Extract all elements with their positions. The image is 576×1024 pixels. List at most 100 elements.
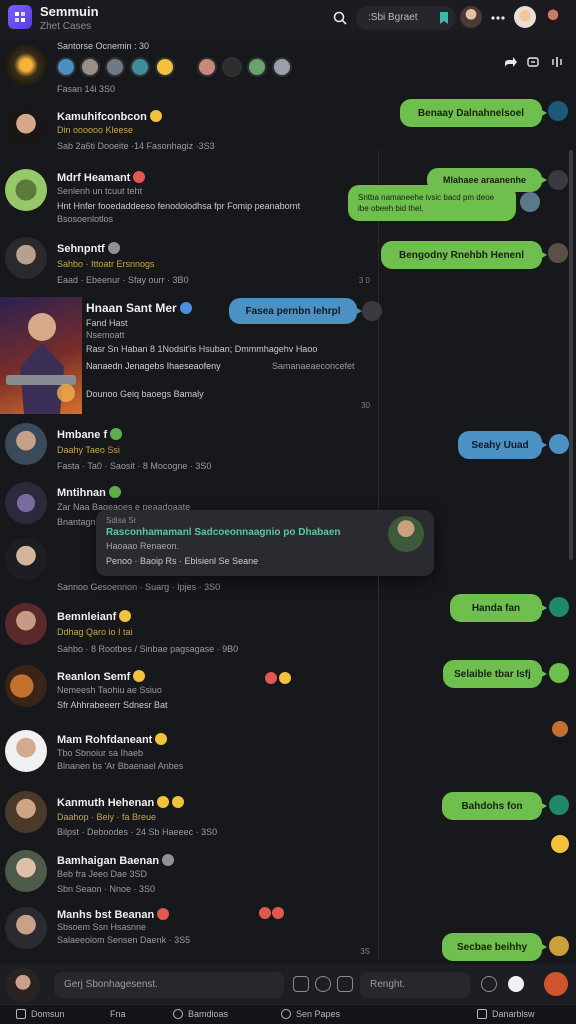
conversation-meta: Fasta · Ta0 · Saosit · 8 Mocogne · 3S0 <box>57 461 212 471</box>
nav-pages-label: Sen Papes <box>296 1009 341 1019</box>
popup-avatar <box>388 516 424 552</box>
emoji-icon <box>172 796 185 808</box>
conversation-item[interactable]: Kanmuth Hehenan Daahop · Beiy · fa Breue… <box>0 788 380 846</box>
bookmark-icon[interactable] <box>434 8 454 28</box>
conversation-item[interactable]: Manhs bst Beanan Sbsoem Ssn Hsasnne Sala… <box>0 905 380 963</box>
popup-subtitle: Haoaao Renaeon. <box>106 541 180 551</box>
contact-avatar <box>5 850 47 892</box>
conversation-item[interactable]: Reanlon Semf Nemeesh Taohiu ae Ssiuo Sfr… <box>0 662 380 722</box>
my-avatar[interactable] <box>6 968 40 1002</box>
chat-avatar <box>552 721 568 737</box>
story-avatar[interactable] <box>80 57 100 77</box>
conversation-item[interactable]: Hmbane f Daahy Taeo Ssi Fasta · Ta0 · Sa… <box>0 420 380 478</box>
stories-avatar[interactable] <box>5 44 47 86</box>
nav-browse[interactable]: Bamdioas <box>173 1009 228 1019</box>
conversation-meta: Bnantagn: <box>57 517 99 527</box>
contact-avatar <box>5 482 47 524</box>
conversation-meta: Salaeeoiom Sensen Daenk · 3S5 <box>57 935 191 945</box>
conversation-meta: Eaad · Ebeenur · Sfay ourr · 3B0 <box>57 275 189 285</box>
conversation-snippet: Nanaedn Jenagebs Ihaeseaofeny <box>86 361 221 371</box>
more-icon[interactable] <box>488 8 508 28</box>
emoji-icon <box>133 670 146 682</box>
story-avatar[interactable] <box>197 57 217 77</box>
nav-browse-label: Bamdioas <box>188 1009 229 1019</box>
conversation-item[interactable]: Mam Rohfdaneant Tbo Sbnoiur sa Ihaeb Bln… <box>0 727 380 785</box>
conversation-meta: Sahbo · 8 Rootbes / Sinbae pagsagase · 9… <box>57 644 239 654</box>
contact-avatar <box>5 106 47 148</box>
emoji-icon <box>157 908 170 920</box>
contact-name: Kanmuth Hehenan <box>57 797 155 809</box>
chat-bubble-outgoing[interactable]: Benaay Dalnahnelsoel <box>400 99 547 127</box>
conversation-preview: Sbsoem Ssn Hsasnne <box>57 922 147 932</box>
story-avatar[interactable] <box>272 57 292 77</box>
story-avatar[interactable] <box>247 57 267 77</box>
message-input[interactable]: Renght. <box>360 972 470 998</box>
story-avatar[interactable] <box>155 57 175 77</box>
story-avatar[interactable] <box>130 57 150 77</box>
chat-bubble-incoming[interactable]: Seahy Uuad <box>458 431 547 459</box>
story-avatar[interactable] <box>222 57 242 77</box>
nav-home[interactable]: Domsun <box>16 1009 65 1019</box>
share-icon[interactable] <box>503 55 519 71</box>
send-button[interactable] <box>544 972 568 996</box>
chat-bubble-outgoing[interactable]: Secbae beihhy <box>442 933 547 961</box>
conversation-item[interactable]: Sehnpntf Sahbo · Ittoatr Ersnnogs Eaad ·… <box>0 232 380 294</box>
image-icon[interactable] <box>337 976 353 992</box>
home-icon <box>16 1009 26 1019</box>
chat-bubble-incoming[interactable]: Fasea pernbn lehrpl <box>229 298 362 324</box>
call-icon[interactable] <box>526 55 542 71</box>
conversation-preview: Beb fra Jeeo Dae 3SD <box>57 869 148 879</box>
contact-avatar <box>5 423 47 465</box>
settings-icon[interactable] <box>481 976 497 992</box>
app-subtitle: Zhet Cases <box>40 21 92 32</box>
conversation-preview: Tbo Sbnoiur sa Ihaeb <box>57 748 144 758</box>
menu-icon[interactable] <box>550 55 566 71</box>
nav-feed[interactable]: Fna <box>110 1009 126 1019</box>
conversation-preview: Daahop · Beiy · fa Breue <box>57 812 157 822</box>
chat-avatar <box>362 301 382 321</box>
contact-name: Bemnleianf <box>57 611 117 623</box>
app-logo-icon[interactable] <box>8 5 32 29</box>
dashboard-icon <box>477 1009 487 1019</box>
conversation-meta: Blnanen bs 'Ar Bbaenael Anbes <box>57 761 184 771</box>
nav-home-label: Domsun <box>31 1009 65 1019</box>
mic-icon[interactable] <box>508 976 524 992</box>
search-icon[interactable] <box>330 8 350 28</box>
emoji-icon <box>259 907 271 919</box>
profile-avatar[interactable] <box>460 6 482 28</box>
app-title: Semmuin <box>40 4 99 19</box>
user-avatar[interactable] <box>542 6 564 28</box>
nav-pages[interactable]: Sen Papes <box>281 1009 340 1019</box>
chat-bubble-outgoing[interactable]: Bahdohs fon <box>442 792 547 820</box>
attach-icon[interactable] <box>293 976 309 992</box>
conversation-item[interactable]: Kamuhifconbcon Din oooooo Kleese Sab 2a6… <box>0 100 380 160</box>
emoji-picker-icon[interactable] <box>315 976 331 992</box>
composer-bar: Gerj Sbonhagesenst. Renght. <box>0 964 576 1004</box>
conversation-meta: Sbn Seaon · Nnoe · 3S0 <box>57 884 156 894</box>
conversation-preview: Fand Hast <box>86 318 128 328</box>
chat-bubble-outgoing[interactable]: Selaible tbar Isfj <box>443 660 547 688</box>
contact-avatar <box>5 730 47 772</box>
chat-avatar <box>548 101 568 121</box>
conversation-meta: Bsosoenlotlos <box>57 214 114 224</box>
chat-bubble-outgoing[interactable]: Sntba namaneehe ivsic bacd pm deoe ibe o… <box>348 185 516 221</box>
chat-bubble-outgoing[interactable]: Bengodny Rnehbh Henenl <box>381 241 547 269</box>
conversation-item[interactable]: Bamhaigan Baenan Beb fra Jeeo Dae 3SD Sb… <box>0 848 380 904</box>
contact-avatar <box>5 665 47 707</box>
chat-bubble-outgoing[interactable]: Handa fan <box>450 594 547 622</box>
story-avatar[interactable] <box>56 57 76 77</box>
conversation-time: 3S <box>360 947 370 956</box>
contact-avatar <box>5 169 47 211</box>
conversation-item[interactable]: Bemnleianf Ddhag Qaro io I tai Sahbo · 8… <box>0 600 380 660</box>
message-preview-popup[interactable]: Sdisa Sr Rasconhamamanl Sadcoeonnaagnio … <box>96 510 434 576</box>
conversation-item[interactable]: Mdrf Heamant Senlenh un tcuut teht Hnt H… <box>0 163 380 229</box>
story-avatar[interactable] <box>105 57 125 77</box>
account-avatar[interactable] <box>514 6 536 28</box>
search-input[interactable]: Gerj Sbonhagesenst. <box>54 972 284 998</box>
emoji-icon <box>162 854 175 866</box>
contact-name: Bamhaigan Baenan <box>57 855 160 867</box>
contact-avatar <box>5 538 47 580</box>
chat-avatar <box>549 936 569 956</box>
scrollbar[interactable] <box>569 150 573 560</box>
nav-dashboard[interactable]: Danarblsw <box>477 1009 535 1019</box>
